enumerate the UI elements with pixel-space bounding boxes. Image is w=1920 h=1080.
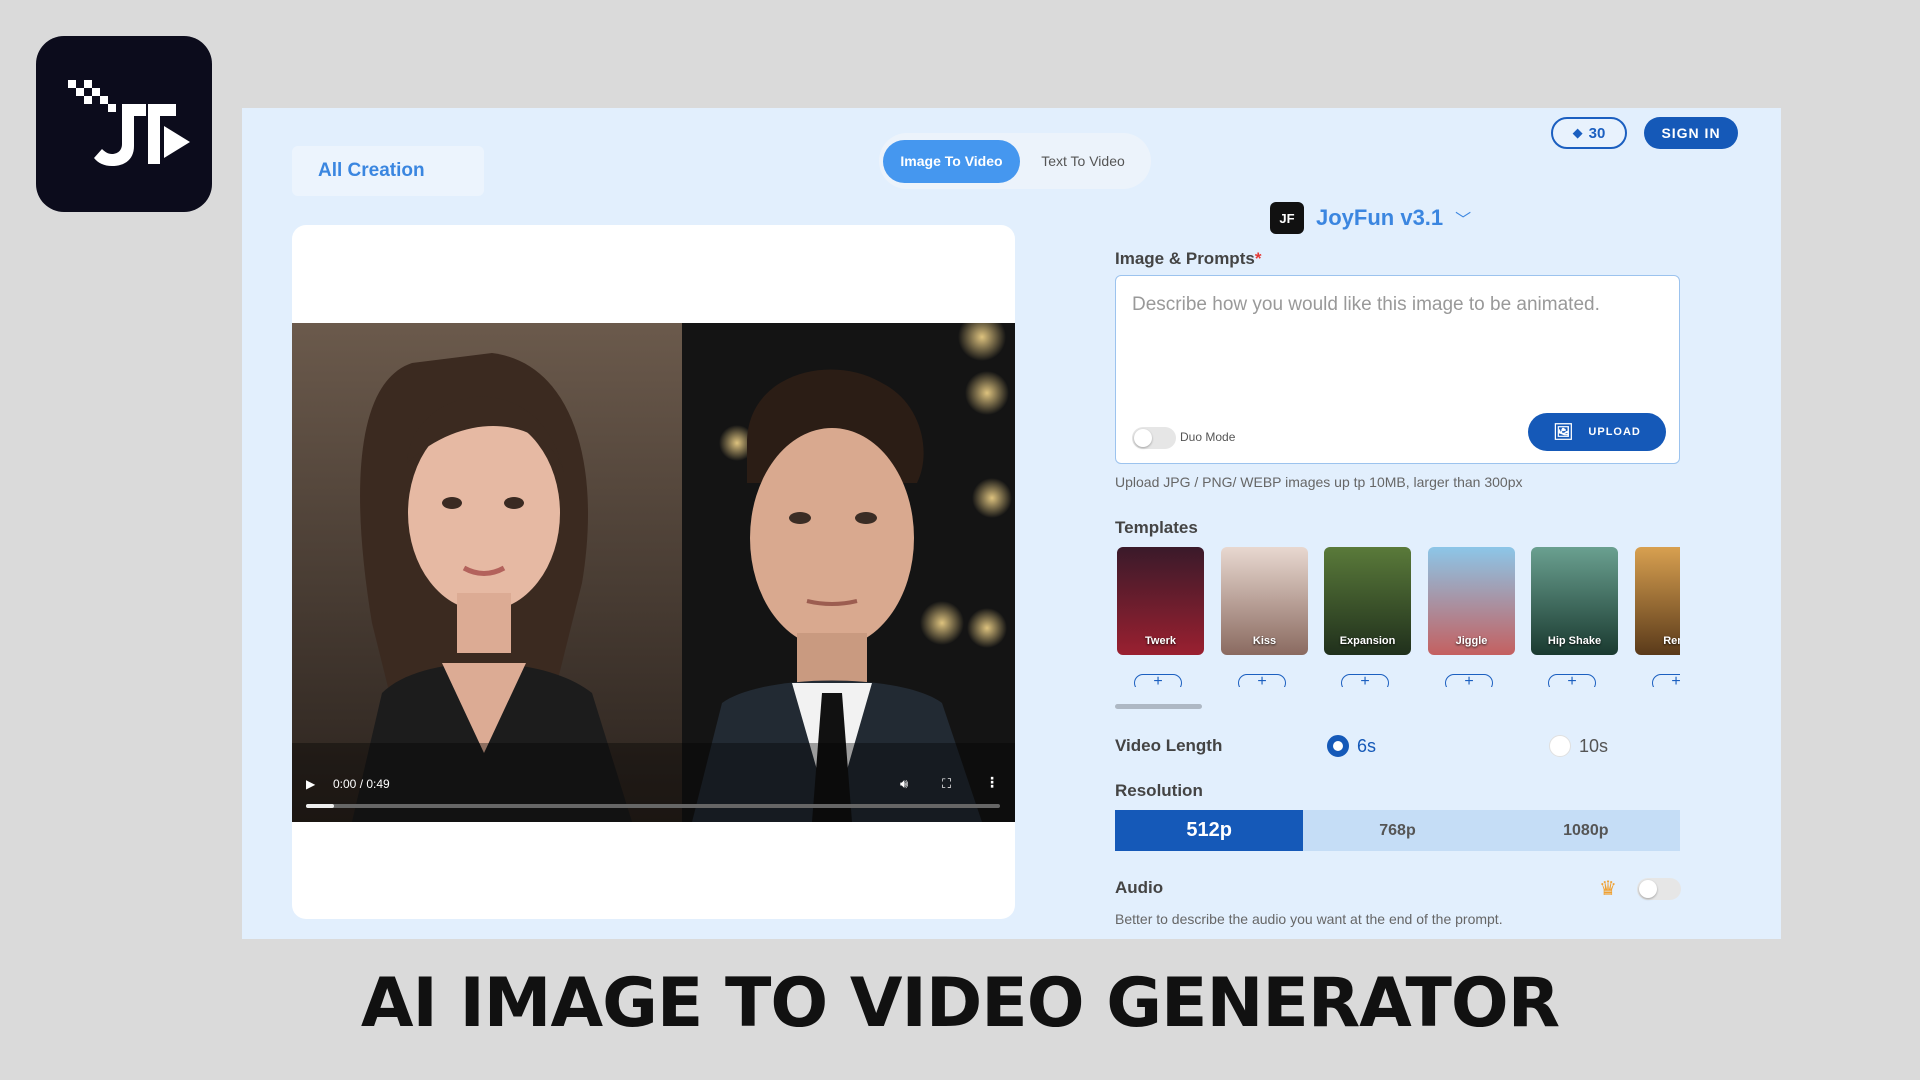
resolution-1080p[interactable]: 1080p: [1492, 810, 1680, 851]
resolution-label: Resolution: [1115, 781, 1203, 800]
duo-mode-label: Duo Mode: [1180, 430, 1236, 444]
video-player[interactable]: ▶ 0:00 / 0:49 🔊︎ ⛶ ⋮: [292, 323, 1015, 822]
mode-tabs: Image To Video Text To Video: [879, 133, 1151, 189]
length-6s-label: 6s: [1357, 736, 1377, 756]
length-6s-radio[interactable]: [1327, 735, 1349, 757]
brand-logo: [36, 36, 212, 212]
video-progress-fill: [306, 804, 334, 808]
prompt-input[interactable]: [1132, 294, 1662, 316]
tab-text-to-video[interactable]: Text To Video: [1020, 140, 1146, 183]
video-time: 0:00 / 0:49: [333, 777, 390, 791]
length-10s-radio[interactable]: [1549, 735, 1571, 757]
joyfun-logo-icon: [68, 80, 190, 166]
app-window: ◆ 30 SIGN IN All Creation Image To Video…: [242, 108, 1781, 939]
template-card[interactable]: Expansion +: [1324, 547, 1411, 687]
upload-hint: Upload JPG / PNG/ WEBP images up tp 10MB…: [1115, 474, 1523, 490]
credits-count: 30: [1588, 124, 1606, 142]
template-thumbnail: Twerk: [1117, 547, 1204, 655]
resolution-512p[interactable]: 512p: [1115, 810, 1304, 851]
add-template-button[interactable]: +: [1652, 674, 1680, 687]
model-name: JoyFun v3.1: [1316, 205, 1444, 230]
upload-button[interactable]: 🖼︎ UPLOAD: [1528, 413, 1666, 451]
templates-row: Twerk + Kiss + Expansion + Jiggle + Hip …: [1117, 547, 1680, 687]
templates-scrollbar[interactable]: [1115, 704, 1202, 709]
audio-toggle[interactable]: [1637, 878, 1681, 900]
audio-hint: Better to describe the audio you want at…: [1115, 911, 1503, 927]
template-thumbnail: Kiss: [1221, 547, 1308, 655]
resolution-768p[interactable]: 768p: [1303, 810, 1491, 851]
add-template-button[interactable]: +: [1134, 674, 1182, 687]
template-name: Twerk: [1145, 635, 1176, 647]
template-name: Jiggle: [1455, 635, 1488, 647]
fullscreen-icon[interactable]: ⛶: [942, 776, 951, 792]
template-name: Kiss: [1252, 635, 1277, 647]
template-card[interactable]: Jiggle +: [1428, 547, 1515, 687]
add-template-button[interactable]: +: [1445, 674, 1493, 687]
video-progress-bar[interactable]: [306, 804, 1000, 808]
template-card[interactable]: Hip Shake +: [1531, 547, 1618, 687]
video-controls: ▶ 0:00 / 0:49 🔊︎ ⛶ ⋮: [292, 762, 1015, 822]
add-template-button[interactable]: +: [1548, 674, 1596, 687]
templates-label: Templates: [1115, 518, 1198, 537]
template-name: Hip Shake: [1547, 635, 1602, 647]
template-thumbnail: Jiggle: [1428, 547, 1515, 655]
audio-label: Audio: [1115, 878, 1164, 897]
toggle-knob: [1134, 429, 1152, 447]
image-upload-icon: 🖼︎: [1553, 424, 1575, 441]
duo-mode-toggle[interactable]: [1132, 427, 1176, 449]
banner-title: AI IMAGE TO VIDEO GENERATOR: [360, 964, 1560, 1043]
add-template-button[interactable]: +: [1341, 674, 1389, 687]
sign-in-button[interactable]: SIGN IN: [1644, 117, 1738, 149]
template-card[interactable]: Twerk +: [1117, 547, 1204, 687]
model-logo-icon: JF: [1270, 202, 1304, 234]
template-thumbnail: Remo: [1635, 547, 1680, 655]
template-name: Remo: [1663, 635, 1680, 647]
tab-image-to-video[interactable]: Image To Video: [883, 139, 1020, 183]
template-card[interactable]: Remo +: [1635, 547, 1680, 687]
credits-badge[interactable]: ◆ 30: [1551, 117, 1627, 149]
template-card[interactable]: Kiss +: [1221, 547, 1308, 687]
template-thumbnail: Hip Shake: [1531, 547, 1618, 655]
volume-icon[interactable]: 🔊︎: [900, 776, 908, 792]
model-selector[interactable]: JF JoyFun v3.1 ﹀: [1270, 202, 1471, 234]
add-template-button[interactable]: +: [1238, 674, 1286, 687]
toggle-knob: [1639, 880, 1657, 898]
template-name: Expansion: [1339, 635, 1396, 647]
preview-video-frame: [292, 323, 1015, 822]
video-preview-card: ▶ 0:00 / 0:49 🔊︎ ⛶ ⋮: [292, 225, 1015, 919]
resolution-selector: 512p 768p 1080p: [1115, 810, 1680, 851]
prompt-box: Duo Mode 🖼︎ UPLOAD: [1115, 275, 1680, 464]
upload-label: UPLOAD: [1588, 426, 1641, 438]
more-options-icon[interactable]: ⋮: [985, 774, 999, 791]
video-length-label: Video Length: [1115, 736, 1223, 755]
play-icon[interactable]: ▶: [306, 777, 315, 791]
diamond-icon: ◆: [1572, 125, 1583, 140]
all-creation-button[interactable]: All Creation: [292, 146, 484, 196]
crown-icon: ♛: [1599, 878, 1617, 900]
chevron-down-icon: ﹀: [1455, 212, 1472, 229]
template-thumbnail: Expansion: [1324, 547, 1411, 655]
required-mark: *: [1254, 249, 1262, 268]
image-prompts-label: Image & Prompts*: [1115, 249, 1262, 268]
length-10s-label: 10s: [1579, 736, 1609, 756]
